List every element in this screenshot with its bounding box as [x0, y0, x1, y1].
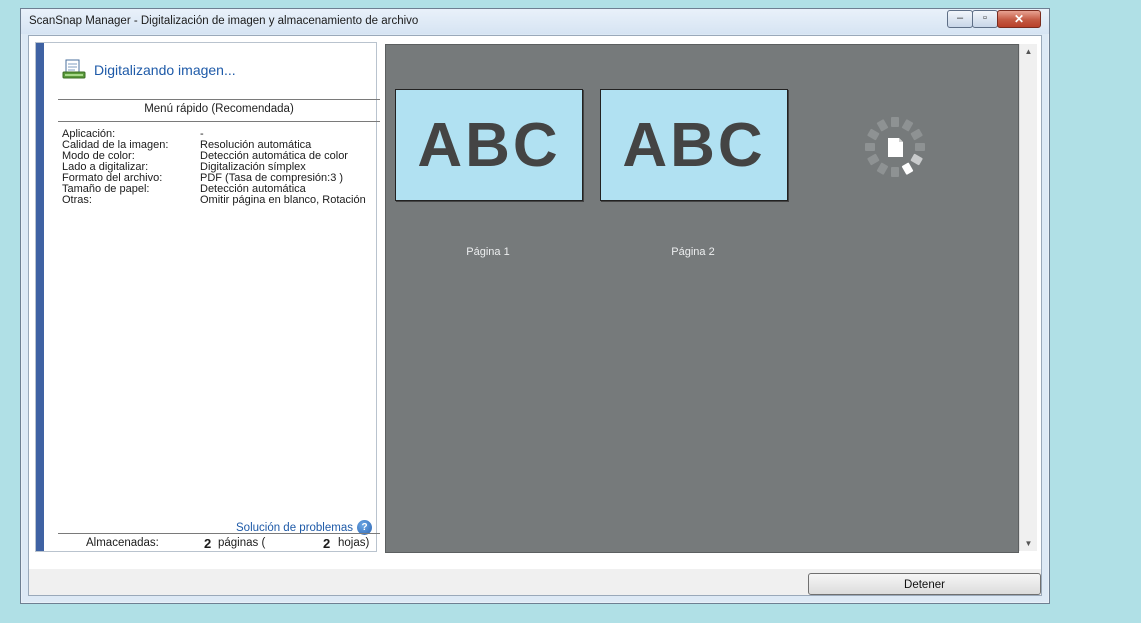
close-button[interactable]: ✕ [997, 10, 1041, 28]
thumbnail-content: ABC [417, 111, 561, 180]
pages-text: páginas ( [218, 537, 266, 549]
scan-info-panel: Digitalizando imagen... Menú rápido (Rec… [35, 42, 380, 552]
divider [58, 533, 380, 534]
setting-value: Omitir página en blanco, Rotación [200, 194, 366, 206]
sheets-text: hojas) [338, 537, 370, 549]
saved-label: Almacenadas: [86, 537, 159, 549]
divider [58, 121, 380, 122]
page-label: Página 2 [671, 246, 715, 258]
scansnap-window: ScanSnap Manager - Digitalización de ima… [20, 8, 1050, 604]
loading-spinner-icon [865, 117, 925, 177]
thumbnail-content: ABC [622, 111, 766, 180]
window-title: ScanSnap Manager - Digitalización de ima… [29, 15, 419, 27]
minimize-icon: – [956, 12, 964, 24]
pages-count: 2 [204, 536, 212, 551]
scan-preview-area: ABC Página 1 ABC Página 2 [385, 44, 1019, 553]
minimize-button[interactable]: – [947, 10, 973, 28]
scroll-down-icon[interactable]: ▼ [1020, 539, 1037, 548]
troubleshooting-label[interactable]: Solución de problemas [236, 522, 353, 534]
close-icon: ✕ [1013, 12, 1025, 26]
scan-status: Digitalizando imagen... [94, 62, 236, 78]
maximize-button[interactable]: ▫ [972, 10, 998, 28]
title-bar[interactable]: ScanSnap Manager - Digitalización de ima… [21, 9, 1049, 34]
vertical-scrollbar[interactable]: ▲ ▼ [1019, 44, 1037, 551]
page-thumbnail[interactable]: ABC [395, 89, 583, 201]
quick-menu-title: Menú rápido (Recomendada) [144, 103, 294, 115]
saved-summary: Almacenadas: 2 páginas ( 2 hojas) [58, 535, 380, 551]
accent-bar [36, 43, 44, 551]
button-bar: Detener [28, 569, 1042, 596]
scroll-up-icon[interactable]: ▲ [1020, 47, 1037, 56]
page-thumbnail[interactable]: ABC [600, 89, 788, 201]
scanning-document-icon [62, 59, 86, 79]
window-controls: – ▫ ✕ [947, 10, 1041, 30]
setting-key: Otras: [62, 194, 92, 206]
stop-button[interactable]: Detener [808, 573, 1041, 595]
sheets-count: 2 [323, 536, 331, 551]
divider [58, 99, 380, 100]
page-label: Página 1 [466, 246, 510, 258]
maximize-icon: ▫ [983, 12, 987, 24]
client-area: Digitalizando imagen... Menú rápido (Rec… [28, 35, 1042, 571]
